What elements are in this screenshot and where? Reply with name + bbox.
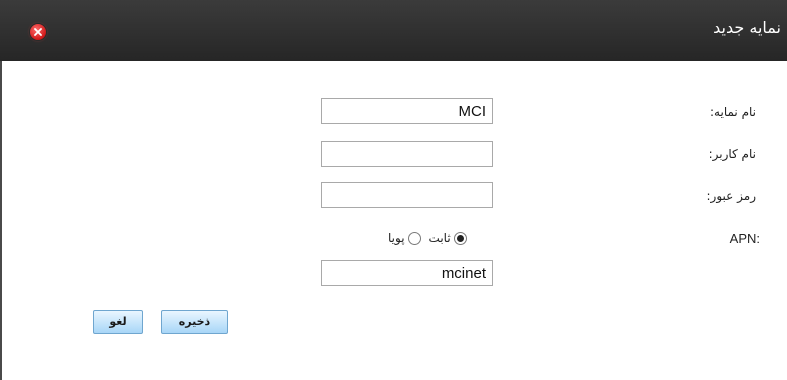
apn-dynamic-radio[interactable] [407, 231, 421, 245]
dialog-titlebar: نمایه جدید [0, 0, 787, 61]
save-button[interactable]: ذخیره [161, 310, 228, 334]
apn-static-label: ثابت [428, 231, 451, 245]
dialog-title: نمایه جدید [713, 18, 781, 37]
password-label: رمز عبور: [706, 189, 756, 203]
profile-name-input[interactable] [321, 98, 493, 124]
apn-type-radio-group: ثابت پویا [380, 230, 467, 246]
apn-dynamic-label: پویا [388, 231, 405, 245]
cancel-button[interactable]: لغو [93, 310, 143, 334]
close-x-glyph [34, 28, 42, 36]
dialog-left-border [0, 61, 2, 380]
password-input[interactable] [321, 182, 493, 208]
apn-label: APN: [729, 231, 760, 246]
username-input[interactable] [321, 141, 493, 167]
apn-static-radio[interactable] [453, 231, 467, 245]
apn-input[interactable] [321, 260, 493, 286]
profile-name-label: نام نمایه: [710, 105, 756, 119]
new-profile-dialog: نمایه جدید نام نمایه: نام کاربر: رمز عبو… [0, 0, 787, 380]
username-label: نام کاربر: [708, 147, 756, 161]
close-icon[interactable] [30, 24, 46, 40]
